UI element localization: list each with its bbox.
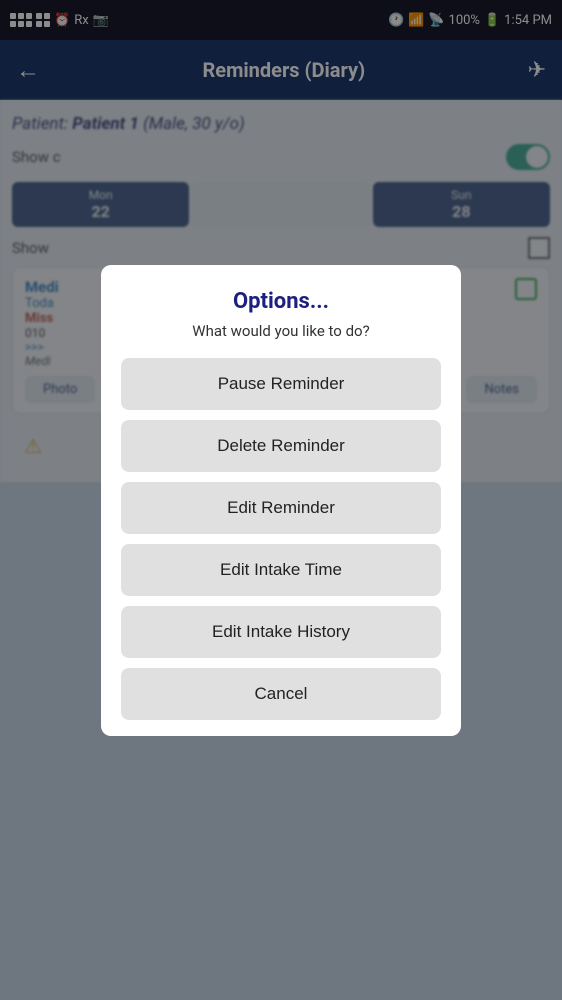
delete-reminder-button[interactable]: Delete Reminder [121, 420, 441, 472]
modal-title: Options... [233, 289, 329, 314]
cancel-button[interactable]: Cancel [121, 668, 441, 720]
pause-reminder-button[interactable]: Pause Reminder [121, 358, 441, 410]
options-modal: Options... What would you like to do? Pa… [101, 265, 461, 736]
edit-intake-time-button[interactable]: Edit Intake Time [121, 544, 441, 596]
edit-intake-history-button[interactable]: Edit Intake History [121, 606, 441, 658]
edit-reminder-button[interactable]: Edit Reminder [121, 482, 441, 534]
modal-overlay[interactable]: Options... What would you like to do? Pa… [0, 0, 562, 1000]
modal-subtitle: What would you like to do? [192, 322, 369, 340]
